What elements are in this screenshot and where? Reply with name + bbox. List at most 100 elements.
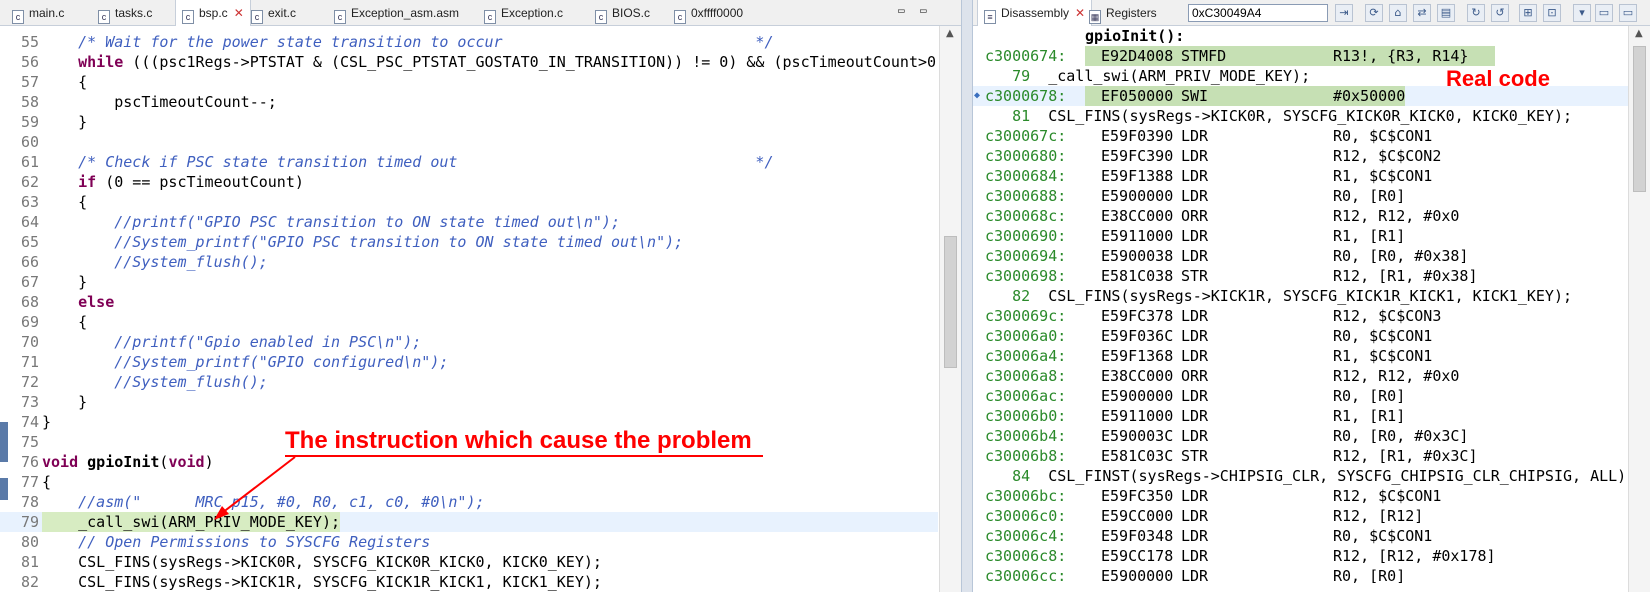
scroll-up-icon[interactable]: ▲ (1635, 28, 1643, 39)
scrollbar-thumb[interactable] (944, 236, 957, 368)
code-text: //asm(" MRC p15, #0, R0, c1, c0, #0\n"); (42, 493, 485, 511)
editor-tab-3[interactable]: c bsp.c ✕ (175, 0, 251, 27)
step-into-icon[interactable]: ⟳ (1365, 4, 1383, 22)
opcode-hex: E59F1388 (1101, 167, 1174, 185)
disassembly-pane: ≡Disassembly✕▦Registers⇥⟳⌂⇄▤↻↺⊞⊡▾▭▭ gpio… (972, 0, 1650, 592)
address-input[interactable] (1188, 4, 1328, 22)
operands: #0x50000 (1333, 87, 1406, 105)
line-number: 72 (20, 373, 39, 391)
mnemonic: LDR (1181, 127, 1209, 145)
editor-tab-6[interactable]: c Exception.c (478, 0, 569, 26)
operands: R12, [R1, #0x38] (1333, 267, 1478, 285)
code-text: { (42, 313, 88, 331)
line-number: 58 (20, 93, 39, 111)
source-row: 84 CSL_FINST(sysRegs->CHIPSIG_CLR, SYSCF… (973, 466, 1629, 486)
line-number: 73 (20, 393, 39, 411)
asm-row: c300068c: E38CC000 ORR R12, R12, #0x0 (973, 206, 1629, 226)
instruction-address: c3000674: (985, 47, 1067, 65)
code-text: //System_flush(); (42, 373, 268, 391)
disassembly-tab-bar: ≡Disassembly✕▦Registers⇥⟳⌂⇄▤↻↺⊞⊡▾▭▭ (973, 0, 1650, 27)
scroll-up-icon[interactable]: ▲ (946, 28, 954, 39)
editor-vertical-scrollbar[interactable]: ▲ (939, 26, 961, 592)
minimize-icon[interactable]: ▭ (898, 4, 905, 17)
go-icon[interactable]: ⇥ (1335, 4, 1353, 22)
editor-tab-2[interactable]: c tasks.c (92, 0, 158, 26)
editor-tab-4[interactable]: c exit.c (245, 0, 302, 26)
mnemonic: LDR (1181, 407, 1209, 425)
maximize-icon[interactable]: ▭ (1619, 4, 1637, 22)
editor-tab-1[interactable]: c main.c (6, 0, 70, 26)
disassembly-view[interactable]: gpioInit(): c3000674: E92D4008 STMFD R13!, {… (973, 26, 1629, 592)
disasm-tab-1[interactable]: ≡ Disassembly ✕ (977, 0, 1093, 27)
c-file-icon: c (674, 10, 686, 24)
code-line: 79 _call_swi(ARM_PRIV_MODE_KEY); (0, 512, 938, 532)
refresh-all-icon[interactable]: ↺ (1491, 4, 1509, 22)
code-text: //System_printf("GPIO configured\n"); (42, 353, 449, 371)
code-line: 71 //System_printf("GPIO configured\n"); (0, 352, 938, 372)
operands: R1, [R1] (1333, 407, 1406, 425)
source-text: CSL_FINS(sysRegs->KICK0R, SYSCFG_KICK0R_… (1030, 107, 1573, 125)
code-line: 55 /* Wait for the power state transitio… (0, 32, 938, 52)
disasm-tab-2[interactable]: ▦ Registers (1083, 0, 1163, 26)
code-line: 59 } (0, 112, 938, 132)
source-line: 81 CSL_FINS(sysRegs->KICK0R, SYSCFG_KICK… (985, 106, 1572, 126)
line-number: 60 (20, 133, 39, 151)
maximize-icon[interactable]: ▭ (920, 4, 927, 17)
editor-tab-8[interactable]: c 0xffff0000 (668, 0, 749, 26)
asm-row: c30006c4: E59F0348 LDR R0, $C$CON1 (973, 526, 1629, 546)
source-row: 82 CSL_FINS(sysRegs->KICK1R, SYSCFG_KICK… (973, 286, 1629, 306)
pin-icon[interactable]: ⊡ (1543, 4, 1561, 22)
home-icon[interactable]: ⌂ (1389, 4, 1407, 22)
asm-row: c3000674: E92D4008 STMFD R13!, {R3, R14} (973, 46, 1629, 66)
line-number: 78 (20, 493, 39, 511)
code-token: while (78, 53, 124, 71)
close-icon[interactable]: ✕ (234, 6, 244, 20)
code-line: 82 CSL_FINS(sysRegs->KICK1R, SYSCFG_KICK… (0, 572, 938, 592)
opcode-hex: E59FC378 (1101, 307, 1174, 325)
code-line: 65 //System_printf("GPIO PSC transition … (0, 232, 938, 252)
editor-tab-5[interactable]: c Exception_asm.asm (328, 0, 465, 26)
scrollbar-thumb[interactable] (1633, 46, 1646, 192)
c-file-icon: c (98, 10, 110, 24)
sync-icon[interactable]: ⇄ (1413, 4, 1431, 22)
tab-label: Disassembly (1001, 6, 1070, 20)
opcode-hex: E59FC390 (1101, 147, 1174, 165)
line-number: 81 (20, 553, 39, 571)
minimize-icon[interactable]: ▭ (1595, 4, 1613, 22)
operands: R12, [R12] (1333, 507, 1424, 525)
code-text: } (42, 273, 88, 291)
asm-row: c3000690: E5911000 LDR R1, [R1] (973, 226, 1629, 246)
new-view-icon[interactable]: ⊞ (1519, 4, 1537, 22)
c-file-icon: c (182, 10, 194, 24)
line-number: 82 (20, 573, 39, 591)
tab-label: tasks.c (115, 6, 153, 20)
code-line: 64 //printf("GPIO PSC transition to ON s… (0, 212, 938, 232)
source-line: 79 _call_swi(ARM_PRIV_MODE_KEY); (985, 66, 1310, 86)
pane-splitter[interactable] (962, 0, 972, 592)
disassembly-vertical-scrollbar[interactable]: ▲ (1628, 26, 1650, 592)
instruction-address: c30006ac: (985, 387, 1067, 405)
show-source-icon[interactable]: ▤ (1437, 4, 1455, 22)
operands: R12, [R1, #0x3C] (1333, 447, 1478, 465)
asm-row: c3000694: E5900038 LDR R0, [R0, #0x38] (973, 246, 1629, 266)
mnemonic: LDR (1181, 427, 1209, 445)
instruction-address: c30006b4: (985, 427, 1067, 445)
instruction-address: c3000688: (985, 187, 1067, 205)
asm-row: c3000680: E59FC390 LDR R12, $C$CON2 (973, 146, 1629, 166)
instruction-address: c30006b8: (985, 447, 1067, 465)
code-editor[interactable]: 55 /* Wait for the power state transitio… (0, 26, 938, 592)
mnemonic: STMFD (1181, 47, 1227, 65)
opcode-hex: E59F1368 (1101, 347, 1174, 365)
view-menu-icon[interactable]: ▾ (1573, 4, 1591, 22)
source-text: CSL_FINST(sysRegs->CHIPSIG_CLR, SYSCFG_C… (1030, 467, 1629, 485)
editor-tab-7[interactable]: c BIOS.c (589, 0, 656, 26)
refresh-icon[interactable]: ↻ (1467, 4, 1485, 22)
mnemonic: LDR (1181, 307, 1209, 325)
c-file-icon: c (12, 10, 24, 24)
c-file-icon: c (251, 10, 263, 24)
instruction-address: c30006c8: (985, 547, 1067, 565)
instruction-address: c30006b0: (985, 407, 1067, 425)
mnemonic: LDR (1181, 527, 1209, 545)
code-text: else (42, 292, 938, 312)
